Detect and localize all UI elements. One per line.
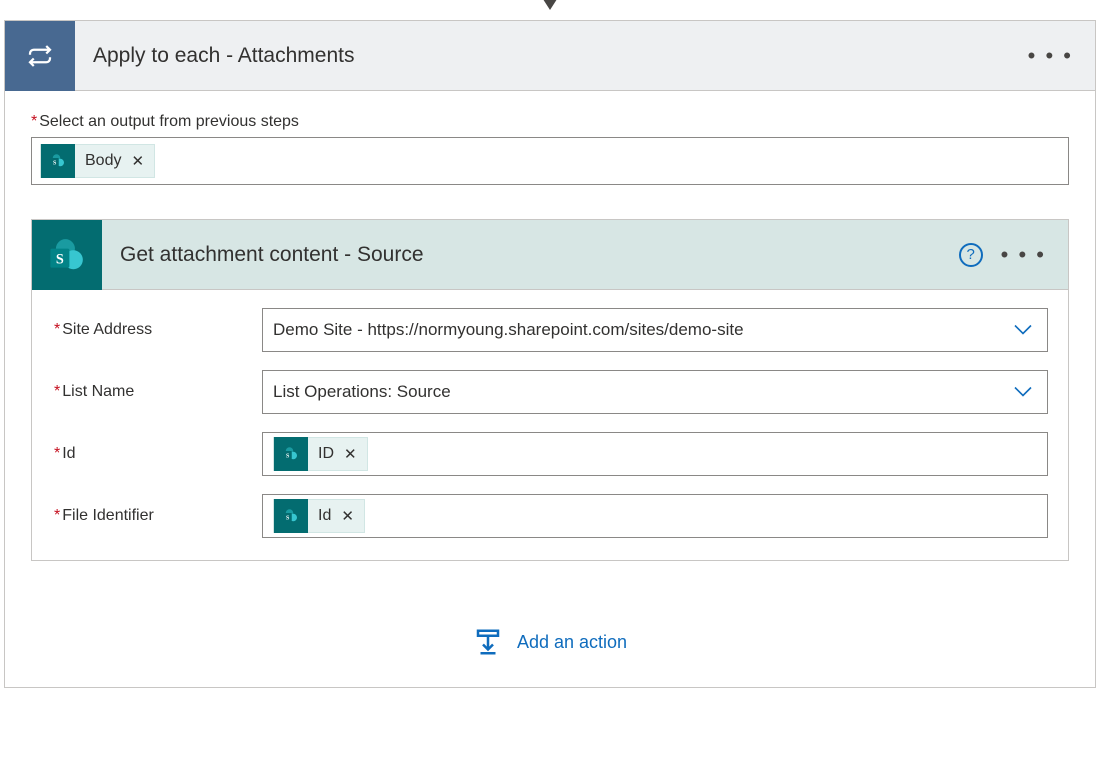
sharepoint-icon: S — [274, 499, 308, 533]
token-body-label: Body — [85, 152, 121, 170]
token-id[interactable]: S ID ✕ — [273, 437, 368, 471]
site-address-label: *Site Address — [52, 321, 262, 339]
list-name-dropdown[interactable]: List Operations: Source — [262, 370, 1048, 414]
help-button[interactable]: ? — [959, 243, 983, 267]
param-row-list-name: *List Name List Operations: Source — [52, 370, 1048, 414]
list-name-label: *List Name — [52, 383, 262, 401]
chevron-down-icon — [541, 0, 559, 10]
sharepoint-action-icon: S — [32, 220, 102, 290]
token-body[interactable]: S Body ✕ — [40, 144, 155, 178]
param-row-id: *Id S ID — [52, 432, 1048, 476]
id-label: *Id — [52, 445, 262, 463]
site-address-value: Demo Site - https://normyoung.sharepoint… — [273, 320, 744, 340]
param-row-site-address: *Site Address Demo Site - https://normyo… — [52, 308, 1048, 352]
list-name-value: List Operations: Source — [273, 382, 451, 402]
param-row-file-identifier: *File Identifier S — [52, 494, 1048, 538]
sharepoint-icon: S — [41, 144, 75, 178]
select-output-input[interactable]: S Body ✕ — [31, 137, 1069, 185]
add-action-button[interactable]: Add an action — [31, 627, 1069, 657]
get-attachment-content-card: S Get attachment content - Source ? • • … — [31, 219, 1069, 561]
get-attachment-content-header[interactable]: S Get attachment content - Source ? • • … — [32, 220, 1068, 290]
token-id-label: ID — [318, 445, 334, 463]
apply-to-each-header[interactable]: Apply to each - Attachments • • • — [5, 21, 1095, 91]
chevron-down-icon — [1013, 382, 1033, 403]
site-address-dropdown[interactable]: Demo Site - https://normyoung.sharepoint… — [262, 308, 1048, 352]
apply-to-each-card: Apply to each - Attachments • • • *Selec… — [4, 20, 1096, 688]
insert-step-icon — [473, 627, 503, 657]
file-identifier-label: *File Identifier — [52, 507, 262, 525]
required-star: * — [31, 113, 37, 130]
loop-icon — [5, 21, 75, 91]
apply-to-each-body: *Select an output from previous steps S … — [5, 91, 1095, 687]
sharepoint-icon: S — [274, 437, 308, 471]
chevron-down-icon — [1013, 320, 1033, 341]
token-file-id-label: Id — [318, 507, 331, 525]
token-remove-button[interactable]: ✕ — [131, 152, 144, 170]
token-remove-button[interactable]: ✕ — [341, 507, 354, 525]
file-identifier-input[interactable]: S Id ✕ — [262, 494, 1048, 538]
apply-to-each-title: Apply to each - Attachments — [75, 44, 1028, 68]
token-file-id[interactable]: S Id ✕ — [273, 499, 365, 533]
more-menu-button[interactable]: • • • — [1028, 45, 1073, 67]
svg-text:S: S — [56, 251, 64, 267]
inner-more-menu-button[interactable]: • • • — [1001, 244, 1046, 266]
get-attachment-content-body: *Site Address Demo Site - https://normyo… — [32, 290, 1068, 560]
flow-connector-top — [0, 0, 1100, 16]
get-attachment-content-title: Get attachment content - Source — [102, 243, 959, 267]
select-output-label-text: Select an output from previous steps — [39, 113, 299, 130]
select-output-label: *Select an output from previous steps — [31, 113, 1069, 131]
id-input[interactable]: S ID ✕ — [262, 432, 1048, 476]
token-remove-button[interactable]: ✕ — [344, 445, 357, 463]
add-action-label: Add an action — [517, 632, 627, 653]
